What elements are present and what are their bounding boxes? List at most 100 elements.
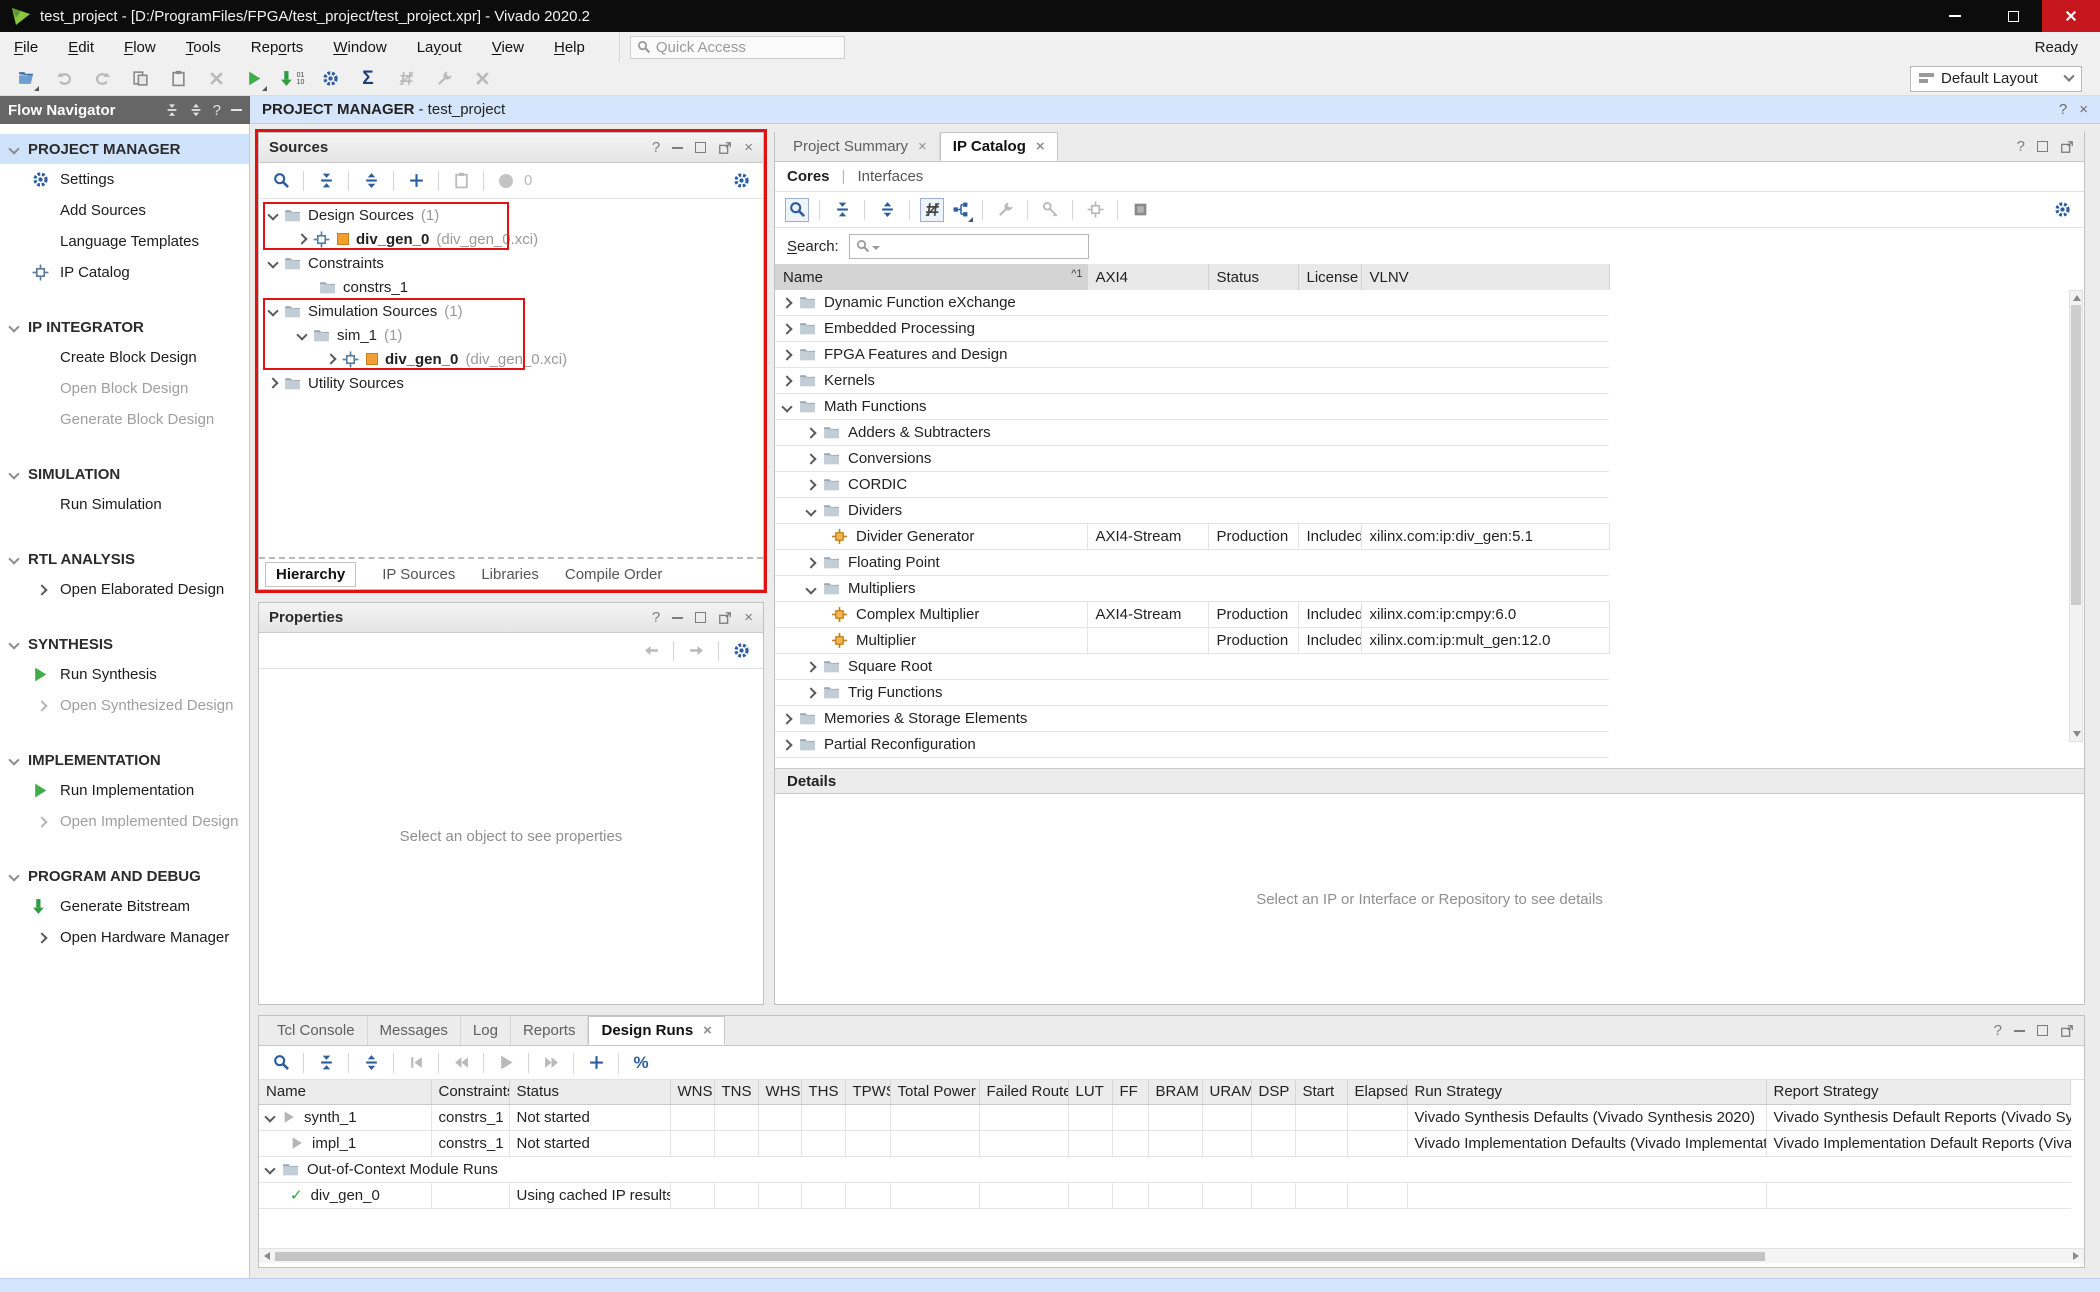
column-header[interactable]: TNS [714,1080,758,1104]
sidebar-item-open-implemented-design[interactable]: Open Implemented Design [0,806,249,837]
section-rtl-analysis[interactable]: RTL ANALYSIS [0,544,249,574]
column-header[interactable]: Status [509,1080,670,1104]
column-header-axi4[interactable]: AXI4 [1087,264,1208,290]
column-header-license[interactable]: License [1298,264,1361,290]
column-header[interactable]: LUT [1068,1080,1112,1104]
tree-row-simulation-sources[interactable]: Simulation Sources(1) [259,299,763,323]
subtab-interfaces[interactable]: Interfaces [857,168,923,185]
tab-design-runs[interactable]: Design Runs× [588,1016,724,1045]
float-window-icon[interactable] [2060,1024,2074,1038]
generate-bitstream-button[interactable]: 0110 [280,67,304,91]
menu-view[interactable]: View [492,39,524,56]
column-header-status[interactable]: Status [1208,264,1298,290]
collapse-all-button[interactable] [314,169,338,193]
help-icon[interactable]: ? [652,139,660,156]
section-project-manager[interactable]: PROJECT MANAGER [0,134,249,164]
quick-access-input[interactable]: Quick Access [630,36,845,59]
column-header[interactable]: THS [801,1080,845,1104]
sidebar-item-generate-block-design[interactable]: Generate Block Design [0,404,249,435]
maximize-icon[interactable] [2037,141,2048,152]
percent-button[interactable]: % [629,1051,653,1075]
search-button[interactable] [785,198,809,222]
hide-incompatible-button[interactable] [920,198,944,222]
table-row[interactable]: CORDIC [775,472,2069,498]
table-row[interactable]: Conversions [775,446,2069,472]
sidebar-item-create-block-design[interactable]: Create Block Design [0,342,249,373]
help-icon[interactable]: ? [1994,1022,2002,1039]
minimize-button[interactable] [1926,0,1984,32]
table-row-div-gen-0[interactable]: ✓div_gen_0 Using cached IP results [259,1182,2071,1208]
properties-disabled-button[interactable] [449,169,473,193]
maximize-button[interactable] [1984,0,2042,32]
tab-messages[interactable]: Messages [368,1016,461,1045]
redo-button[interactable] [90,67,114,91]
float-window-icon[interactable] [2060,140,2074,154]
minimize-icon[interactable] [231,109,242,111]
stop-run-button[interactable] [394,67,418,91]
float-window-icon[interactable] [718,611,732,625]
table-row-ooc-module-runs[interactable]: Out-of-Context Module Runs [259,1156,2071,1182]
sidebar-item-open-hardware-manager[interactable]: Open Hardware Manager [0,922,249,953]
column-header[interactable]: Total Power [890,1080,979,1104]
customize-ip-button[interactable] [993,198,1017,222]
scrollbar-thumb[interactable] [275,1252,1765,1261]
search-button[interactable] [269,169,293,193]
ip-details-button[interactable] [1128,198,1152,222]
ip-settings-button[interactable] [1083,198,1107,222]
table-row-divider-generator[interactable]: Divider Generator AXI4-StreamProductionI… [775,524,2069,550]
sidebar-item-ip-catalog[interactable]: IP Catalog [0,257,249,288]
cancel-disabled-button[interactable] [470,67,494,91]
layout-selector[interactable]: Default Layout [1910,66,2082,92]
section-program-and-debug[interactable]: PROGRAM AND DEBUG [0,861,249,891]
collapse-all-icon[interactable] [165,103,179,117]
expand-all-button[interactable] [359,1051,383,1075]
tab-ip-catalog[interactable]: IP Catalog× [940,132,1058,161]
ip-search-input[interactable] [849,234,1089,259]
search-button[interactable] [269,1051,293,1075]
minimize-icon[interactable] [2014,1030,2025,1032]
close-icon[interactable]: × [1036,138,1045,155]
sidebar-item-open-synthesized-design[interactable]: Open Synthesized Design [0,690,249,721]
expand-all-button[interactable] [875,198,899,222]
copy-button[interactable] [128,67,152,91]
tree-row-constraints[interactable]: Constraints [259,251,763,275]
table-row[interactable]: Kernels [775,368,2069,394]
license-button[interactable] [1038,198,1062,222]
minimize-icon[interactable] [672,147,683,149]
table-row[interactable]: Trig Functions [775,680,2069,706]
forward-button[interactable] [684,639,708,663]
collapse-all-button[interactable] [314,1051,338,1075]
column-header[interactable]: Start [1295,1080,1347,1104]
menu-layout[interactable]: Layout [417,39,462,56]
group-by-button[interactable] [948,198,972,222]
table-row[interactable]: Math Functions [775,394,2069,420]
minimize-icon[interactable] [672,617,683,619]
tab-tcl-console[interactable]: Tcl Console [265,1016,368,1045]
open-project-button[interactable] [14,67,38,91]
sidebar-item-run-synthesis[interactable]: Run Synthesis [0,659,249,690]
menu-tools[interactable]: Tools [186,39,221,56]
undo-button[interactable] [52,67,76,91]
expand-all-icon[interactable] [189,103,203,117]
expand-all-button[interactable] [359,169,383,193]
table-row[interactable]: Square Root [775,654,2069,680]
horizontal-scrollbar[interactable] [259,1248,2084,1263]
column-header[interactable]: Run Strategy [1407,1080,1766,1104]
menu-window[interactable]: Window [333,39,386,56]
column-header[interactable]: WHS [758,1080,801,1104]
close-icon[interactable]: × [918,138,927,155]
tree-row-sim-1[interactable]: sim_1(1) [259,323,763,347]
section-synthesis[interactable]: SYNTHESIS [0,629,249,659]
column-header[interactable]: Name [259,1080,431,1104]
menu-edit[interactable]: Edit [68,39,94,56]
menu-flow[interactable]: Flow [124,39,156,56]
table-row[interactable]: Partial Reconfiguration [775,732,2069,758]
float-window-icon[interactable] [718,141,732,155]
tab-compile-order[interactable]: Compile Order [565,566,663,583]
column-header[interactable]: Failed Routes [979,1080,1068,1104]
collapse-all-button[interactable] [830,198,854,222]
settings-gear-button[interactable] [2050,198,2074,222]
section-simulation[interactable]: SIMULATION [0,459,249,489]
sidebar-item-open-elaborated-design[interactable]: Open Elaborated Design [0,574,249,605]
column-header[interactable]: Constraints [431,1080,509,1104]
